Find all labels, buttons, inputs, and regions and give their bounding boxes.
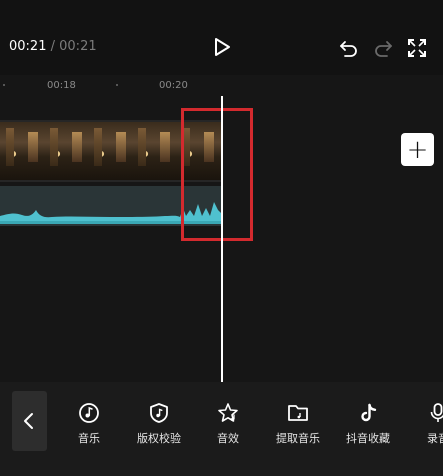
current-time: 00:21	[9, 39, 47, 54]
back-button[interactable]	[12, 391, 47, 451]
tool-extract-music[interactable]: 提取音乐	[263, 402, 333, 452]
tiktok-icon	[361, 403, 377, 422]
play-icon	[215, 38, 230, 56]
undo-button[interactable]	[339, 38, 359, 58]
video-frame	[44, 122, 88, 180]
video-frame	[132, 122, 176, 180]
total-time: 00:21	[59, 39, 97, 54]
video-frame	[0, 122, 44, 180]
undo-icon	[340, 41, 357, 57]
tool-copyright-check[interactable]: 版权校验	[124, 402, 194, 452]
highlight-box	[181, 108, 253, 241]
tool-label: 音乐	[78, 432, 100, 445]
star-music-icon	[218, 403, 238, 422]
redo-button[interactable]	[373, 38, 393, 58]
tool-record[interactable]: 录音	[403, 402, 443, 452]
play-button[interactable]	[211, 36, 233, 58]
video-frame	[88, 122, 132, 180]
tool-label: 提取音乐	[276, 432, 320, 445]
plus-icon: +	[406, 134, 429, 165]
playhead[interactable]	[221, 96, 223, 382]
add-clip-button[interactable]: +	[401, 133, 434, 166]
tool-music[interactable]: 音乐	[54, 402, 124, 452]
music-icon	[79, 403, 99, 423]
timecode: 00:21 / 00:21	[9, 39, 97, 54]
microphone-icon	[430, 403, 443, 422]
ruler-tick: 00:20	[159, 80, 188, 91]
ruler-dot	[116, 84, 118, 86]
tool-label: 音效	[217, 432, 239, 445]
tool-label: 抖音收藏	[346, 432, 390, 445]
tool-sound-effects[interactable]: 音效	[193, 402, 263, 452]
time-separator: /	[50, 39, 55, 54]
fullscreen-button[interactable]	[407, 38, 427, 58]
ruler-tick: 00:18	[47, 80, 76, 91]
fullscreen-icon	[408, 39, 426, 57]
chevron-left-icon	[24, 413, 33, 429]
ruler-dot	[3, 84, 5, 86]
tool-douyin-favorites[interactable]: 抖音收藏	[333, 402, 403, 452]
time-ruler: 00:18 00:20	[0, 75, 443, 95]
shield-music-icon	[150, 403, 168, 423]
folder-icon	[288, 405, 308, 421]
tool-label: 录音	[427, 432, 443, 445]
tool-label: 版权校验	[137, 432, 181, 445]
redo-icon	[375, 41, 392, 57]
